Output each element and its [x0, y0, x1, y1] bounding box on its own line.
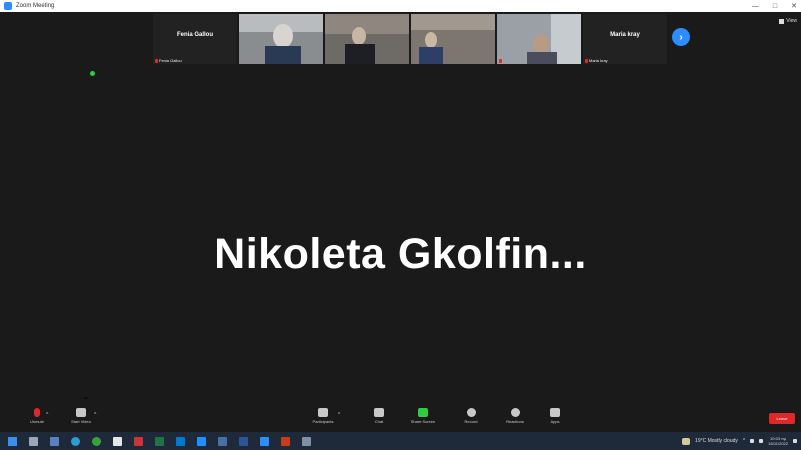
weather-text[interactable]: 19°C Mostly cloudy: [695, 438, 738, 444]
window-controls: — □ ✕: [752, 0, 797, 12]
maximize-button[interactable]: □: [773, 3, 777, 10]
video-camera-icon: [76, 408, 86, 417]
participant-video-tile[interactable]: [497, 14, 581, 64]
participant-video: [239, 14, 323, 64]
title-bar: Zoom Meeting — □ ✕: [0, 0, 801, 12]
connection-status-dot: [90, 71, 95, 76]
participant-label-text: Maria kray: [589, 58, 608, 63]
grid-icon: [779, 18, 785, 24]
zoom-logo-icon: [4, 2, 12, 10]
next-page-button[interactable]: ›: [672, 28, 690, 46]
participants-caret[interactable]: ^: [338, 412, 340, 418]
record-button[interactable]: Record: [456, 408, 486, 424]
participant-name: Fenia Gallou: [176, 32, 213, 38]
unmute-label: Unmute: [29, 419, 44, 424]
chat-icon: [374, 408, 384, 417]
participant-video: [497, 14, 581, 64]
clock-date: 16/11/2022: [768, 441, 788, 446]
participant-label-text: Fenia Gallou: [159, 58, 182, 63]
file-icon[interactable]: [113, 436, 122, 446]
excel-icon[interactable]: [155, 436, 164, 446]
participant-label: Maria kray: [585, 58, 608, 63]
participants-button[interactable]: Participants: [308, 408, 338, 424]
system-tray: 19°C Mostly cloudy ^ 10:03 πμ 16/11/2022: [682, 432, 797, 450]
participant-label: [499, 59, 502, 63]
view-label: View: [786, 18, 797, 24]
participant-video-tile[interactable]: [411, 14, 495, 64]
gallery-strip: Fenia Gallou Fenia Gallou Maria kray Mar…: [153, 14, 667, 64]
window-title: Zoom Meeting: [16, 3, 55, 9]
powerpoint-icon[interactable]: [281, 436, 290, 446]
participant-label: Fenia Gallou: [155, 58, 182, 63]
participants-icon: [318, 408, 328, 417]
notifications-icon[interactable]: [793, 439, 797, 443]
participant-video-tile[interactable]: [239, 14, 323, 64]
mic-muted-icon: [155, 58, 158, 63]
store-icon[interactable]: [197, 436, 206, 446]
apps-icon: [550, 408, 560, 417]
participant-video: [411, 14, 495, 64]
record-label: Record: [464, 419, 478, 424]
apps-label: Apps: [550, 419, 560, 424]
video-options-caret[interactable]: ^: [94, 412, 96, 418]
apps-button[interactable]: Apps: [540, 408, 570, 424]
minimize-button[interactable]: —: [752, 3, 759, 10]
edge-browser-icon[interactable]: [71, 436, 80, 446]
active-speaker-name: Nikoleta Gkolfin...: [214, 230, 587, 278]
explorer-icon[interactable]: [218, 436, 227, 446]
close-button[interactable]: ✕: [791, 2, 797, 10]
network-icon[interactable]: [750, 439, 755, 443]
meeting-toolbar: Unmute ^ Start Video ^ Participants ^ Ch…: [0, 406, 801, 432]
start-video-button[interactable]: Start Video: [66, 408, 96, 424]
chrome-browser-icon[interactable]: [92, 436, 101, 446]
share-screen-icon: [418, 408, 428, 417]
app-icon[interactable]: [302, 436, 311, 446]
audio-options-caret[interactable]: ^: [46, 412, 48, 418]
participant-video: [325, 14, 409, 64]
chat-label: Chat: [374, 419, 384, 424]
participant-tile[interactable]: Fenia Gallou Fenia Gallou: [153, 14, 237, 64]
record-icon: [466, 408, 476, 417]
weather-icon: [682, 437, 691, 445]
participants-label: Participants: [312, 419, 334, 424]
share-screen-label: Share Screen: [410, 419, 436, 424]
share-screen-button[interactable]: Share Screen: [408, 408, 438, 424]
participant-name: Maria kray: [610, 32, 640, 38]
zoom-taskbar-icon[interactable]: [260, 436, 269, 446]
task-view-icon[interactable]: [50, 436, 59, 446]
mail-icon[interactable]: [176, 436, 185, 446]
reactions-label: Reactions: [506, 419, 524, 424]
mic-muted-icon: [585, 58, 588, 63]
chevron-right-icon: ›: [679, 31, 683, 43]
start-video-label: Start Video: [71, 419, 91, 424]
mic-muted-icon: [34, 408, 40, 417]
zoom-window: Zoom Meeting — □ ✕ View Fenia Gallou Fen…: [0, 0, 801, 450]
leave-button[interactable]: Leave: [769, 413, 795, 424]
smiley-icon: [510, 408, 520, 417]
windows-start-icon[interactable]: [8, 436, 17, 446]
windows-taskbar: 19°C Mostly cloudy ^ 10:03 πμ 16/11/2022: [0, 432, 801, 450]
speaker-name-tag: [84, 397, 88, 399]
office-icon[interactable]: [134, 436, 143, 446]
view-button[interactable]: View: [779, 18, 797, 24]
tray-chevron-icon[interactable]: ^: [743, 438, 745, 444]
meeting-stage: View Fenia Gallou Fenia Gallou Maria kra…: [0, 12, 801, 408]
word-icon[interactable]: [239, 436, 248, 446]
participant-tile[interactable]: Maria kray Maria kray: [583, 14, 667, 64]
volume-icon[interactable]: [759, 439, 764, 443]
search-icon[interactable]: [29, 436, 38, 446]
clock[interactable]: 10:03 πμ 16/11/2022: [768, 436, 788, 446]
chat-button[interactable]: Chat: [364, 408, 394, 424]
mic-muted-icon: [499, 59, 502, 63]
participant-video-tile[interactable]: [325, 14, 409, 64]
reactions-button[interactable]: Reactions: [500, 408, 530, 424]
